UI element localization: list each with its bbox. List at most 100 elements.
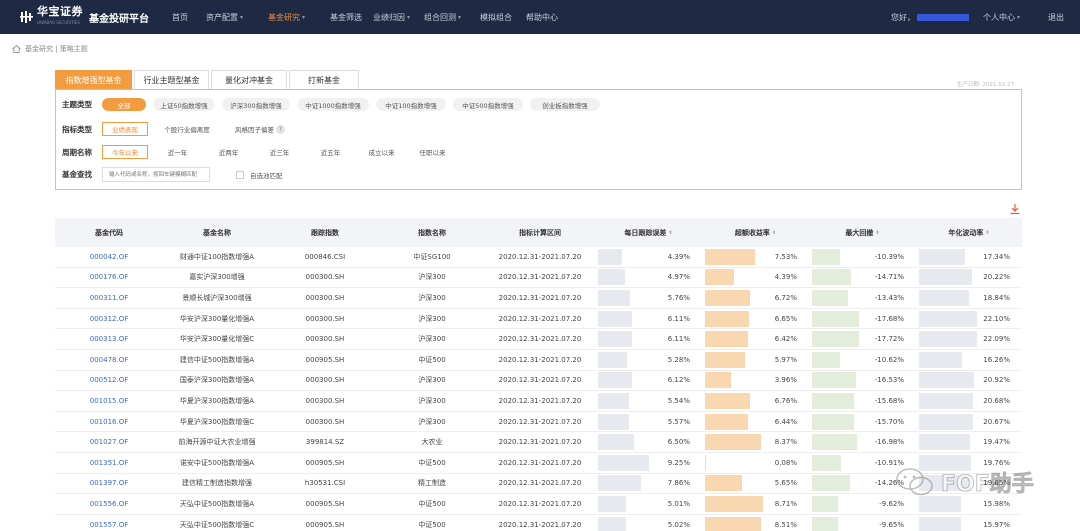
table-row[interactable]: 001027.OF 前海开源中证大农业增强 399814.SZ 大农业 2020.12.…	[55, 432, 1022, 453]
tab-3[interactable]: 打新基金	[289, 70, 359, 89]
table-row[interactable]: 001015.OF 华夏沪深300指数增强A 000300.SH 沪深300 2020.…	[55, 391, 1022, 412]
cell-0[interactable]: 000478.OF	[55, 351, 163, 369]
cell-7: -17.68%	[809, 310, 916, 328]
cell-0[interactable]: 000176.OF	[55, 268, 163, 286]
column-header-5[interactable]: 每日跟踪误差 ⬍	[595, 228, 702, 238]
theme-option-4[interactable]: 中证100指数增强	[376, 98, 446, 111]
cell-1: 华夏沪深300指数增强C	[179, 417, 255, 426]
nav-label: 组合回测	[424, 12, 456, 22]
cell-0[interactable]: 001016.OF	[55, 413, 163, 431]
cell-0[interactable]: 000512.OF	[55, 371, 163, 389]
cell-0[interactable]: 001557.OF	[55, 516, 163, 531]
metric-option-1[interactable]: 个股行业偏离度	[156, 122, 218, 136]
cell-3: 沪深300	[418, 293, 446, 302]
table-row[interactable]: 000042.OF 财通中证100指数增强A 000846.CSI 中证SG100 20…	[55, 247, 1022, 268]
period-option-2[interactable]: 近两年	[207, 145, 250, 159]
sort-icon[interactable]: ⬍	[875, 230, 879, 236]
tab-1[interactable]: 行业主题型基金	[134, 70, 209, 89]
table-row[interactable]: 001557.OF 天弘中证500指数增强C 000905.SH 中证500 2020.…	[55, 515, 1022, 531]
user-center-menu[interactable]: 个人中心	[983, 12, 1015, 23]
cell-value: 5.01%	[667, 499, 690, 508]
nav-item-0[interactable]: 首页	[172, 12, 206, 23]
table-row[interactable]: 000176.OF 嘉实沪深300增强 000300.SH 沪深300 2020.12.…	[55, 268, 1022, 289]
nav-item-7[interactable]: 帮助中心	[526, 12, 566, 23]
cell-0[interactable]: 000312.OF	[55, 310, 163, 328]
help-icon[interactable]: ?	[276, 124, 285, 134]
table-row[interactable]: 001016.OF 华夏沪深300指数增强C 000300.SH 沪深300 2020.…	[55, 412, 1022, 433]
table-row[interactable]: 001556.OF 天弘中证500指数增强A 000905.SH 中证500 2020.…	[55, 494, 1022, 515]
sort-icon[interactable]: ⬍	[668, 230, 672, 236]
cell-2: 000300.SH	[305, 417, 345, 426]
download-icon[interactable]	[1009, 203, 1021, 215]
period-option-6[interactable]: 任职以来	[411, 145, 454, 159]
nav-item-5[interactable]: 组合回测 ▾	[424, 12, 480, 23]
cell-value: 18.84%	[983, 293, 1010, 302]
cell-0[interactable]: 001027.OF	[55, 433, 163, 451]
column-header-6[interactable]: 超额收益率 ⬍	[702, 228, 809, 238]
theme-option-3[interactable]: 中证1000指数增强	[297, 98, 369, 111]
nav-item-4[interactable]: 业绩归因 ▾	[373, 12, 424, 23]
table-row[interactable]: 000312.OF 华安沪深300量化增强A 000300.SH 沪深300 2020.…	[55, 309, 1022, 330]
cell-4: 2020.12.31-2021.07.20	[498, 355, 582, 364]
sort-icon[interactable]: ⬍	[985, 230, 989, 236]
nav-item-1[interactable]: 资产配置 ▾	[206, 12, 268, 23]
cell-value: 9.25%	[667, 458, 690, 467]
column-header-3: 指数名称	[379, 228, 485, 238]
theme-option-2[interactable]: 沪深300指数增强	[222, 98, 290, 111]
period-option-4[interactable]: 近五年	[309, 145, 352, 159]
cell-3: 中证500	[418, 520, 446, 529]
nav-item-6[interactable]: 模拟组合	[480, 12, 526, 23]
period-option-0[interactable]: 今年以来	[102, 145, 148, 159]
period-option-1[interactable]: 近一年	[156, 145, 199, 159]
cell-0[interactable]: 001397.OF	[55, 474, 163, 492]
period-option-5[interactable]: 成立以来	[360, 145, 403, 159]
cell-value: -14.26%	[874, 479, 904, 488]
period-option-3[interactable]: 近三年	[258, 145, 301, 159]
cell-bar	[705, 454, 706, 471]
theme-filter-label: 主题类型	[62, 100, 92, 109]
cell-value: -16.53%	[874, 376, 904, 385]
table-row[interactable]: 000512.OF 国泰沪深300指数增强A 000300.SH 沪深300 2020.…	[55, 371, 1022, 392]
cell-2: 000300.SH	[305, 273, 345, 282]
watchlist-match-checkbox[interactable]	[236, 170, 244, 179]
table-row[interactable]: 000313.OF 华安沪深300量化增强C 000300.SH 沪深300 2020.…	[55, 329, 1022, 350]
cell-value: 8.37%	[774, 438, 797, 447]
cell-7: -9.65%	[809, 516, 916, 531]
table-row[interactable]: 000311.OF 景顺长城沪深300增强 000300.SH 沪深300 2020.1…	[55, 288, 1022, 309]
column-header-8[interactable]: 年化波动率 ⬍	[916, 228, 1022, 238]
cell-0[interactable]: 001556.OF	[55, 495, 163, 513]
cell-value: -16.98%	[874, 438, 904, 447]
theme-option-6[interactable]: 创业板指数增强	[530, 98, 600, 111]
cell-1: 华夏沪深300指数增强A	[179, 396, 255, 405]
sort-icon[interactable]: ⬍	[772, 230, 776, 236]
cell-0[interactable]: 000311.OF	[55, 289, 163, 307]
nav-item-2[interactable]: 基金研究 ▾	[268, 12, 330, 23]
cell-value: 17.34%	[983, 252, 1010, 261]
tab-0[interactable]: 指数增强型基金	[55, 70, 132, 89]
tab-2[interactable]: 量化对冲基金	[211, 70, 287, 89]
nav-item-3[interactable]: 基金筛选	[330, 12, 373, 23]
cell-2: 000905.SH	[305, 355, 345, 364]
column-header-7[interactable]: 最大回撤 ⬍	[809, 228, 916, 238]
cell-value: 6.42%	[774, 335, 797, 344]
cell-bar	[919, 516, 961, 531]
cell-0[interactable]: 000042.OF	[55, 248, 163, 266]
cell-0[interactable]: 000313.OF	[55, 330, 163, 348]
metric-option-2[interactable]: 风格因子偏差?	[226, 122, 294, 136]
theme-option-0[interactable]: 全部	[102, 98, 146, 111]
home-icon[interactable]	[12, 45, 21, 53]
table-row[interactable]: 000478.OF 建信中证500指数增强A 000905.SH 中证500 2020.…	[55, 350, 1022, 371]
logout-link[interactable]: 退出	[1048, 12, 1064, 23]
table-row[interactable]: 001351.OF 诺安中证500指数增强A 000905.SH 中证500 2020.…	[55, 453, 1022, 474]
cell-0[interactable]: 001015.OF	[55, 392, 163, 410]
cell-bar	[598, 331, 632, 348]
cell-value: 5.97%	[774, 355, 797, 364]
theme-option-1[interactable]: 上证50指数增强	[153, 98, 215, 111]
fund-search-input[interactable]	[102, 167, 210, 182]
chevron-down-icon: ▾	[302, 13, 306, 21]
cell-0[interactable]: 001351.OF	[55, 454, 163, 472]
table-row[interactable]: 001397.OF 建信精工制造指数增强 h30531.CSI 精工制造 2020.12…	[55, 474, 1022, 495]
brand-logo[interactable]: 华宝证券 HWABAO SECURITIES 基金投研平台	[20, 6, 170, 28]
theme-option-5[interactable]: 中证500指数增强	[453, 98, 523, 111]
metric-option-0[interactable]: 业绩表现	[102, 122, 148, 136]
